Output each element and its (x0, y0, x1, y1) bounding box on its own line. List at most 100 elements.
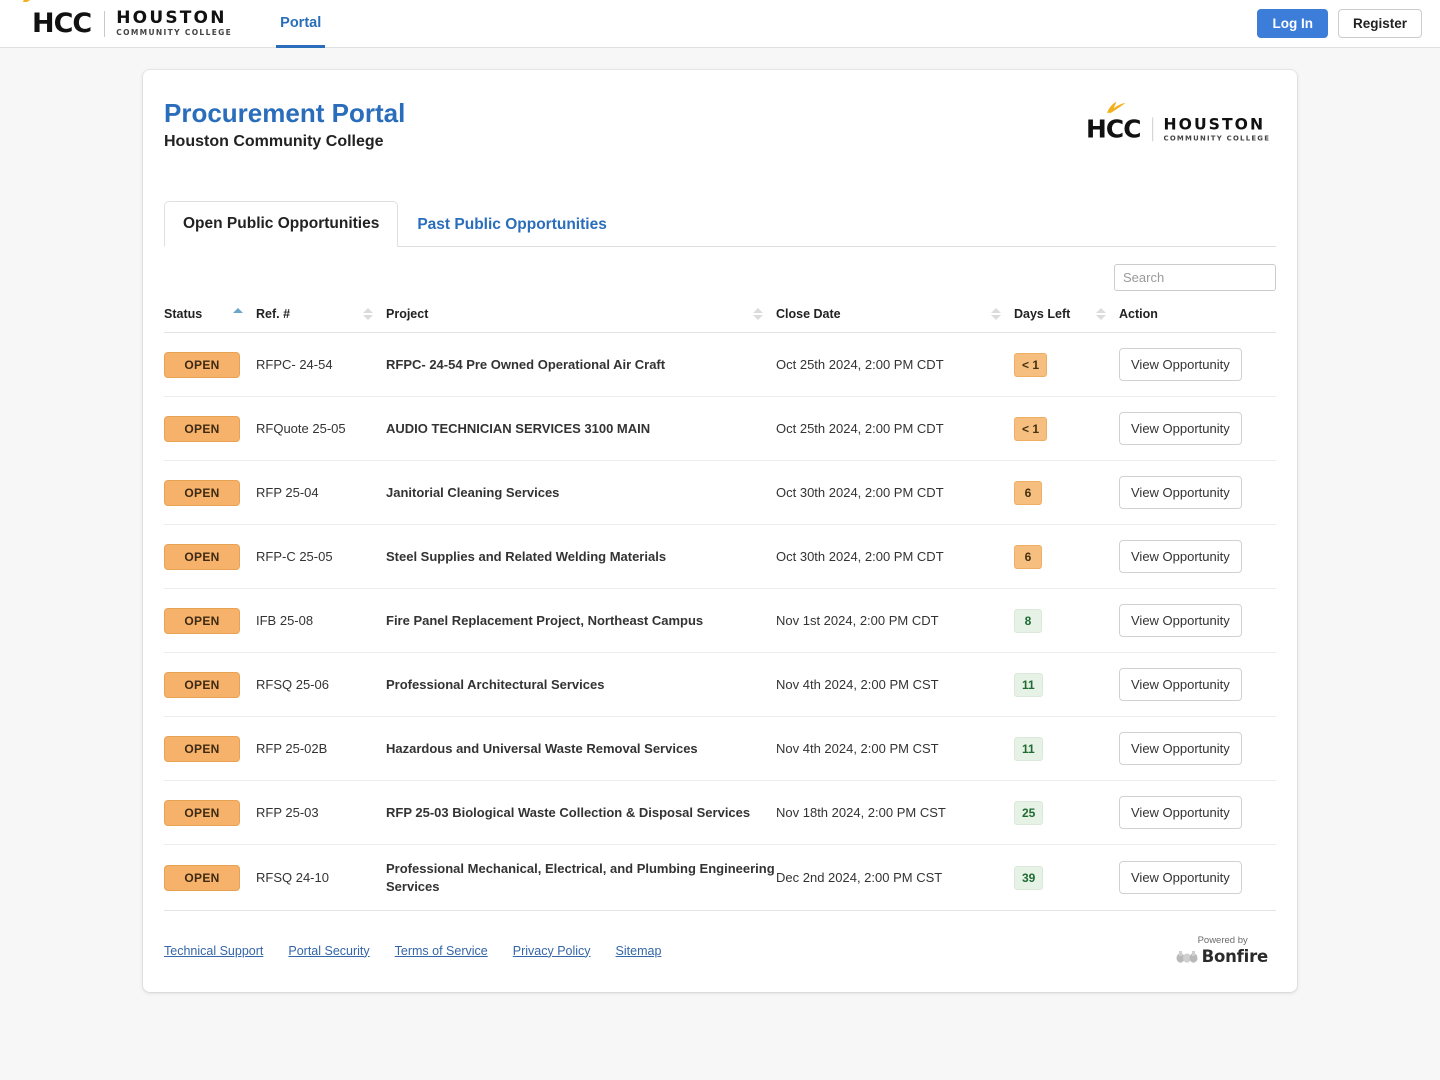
column-header-status[interactable]: Status (164, 303, 256, 333)
logo-divider (1152, 117, 1154, 142)
cell-days-left: < 1 (1014, 396, 1119, 461)
column-header-days-left[interactable]: Days Left (1014, 303, 1119, 333)
sort-icon[interactable] (752, 307, 764, 321)
view-opportunity-button[interactable]: View Opportunity (1119, 476, 1242, 509)
cell-action: View Opportunity (1119, 588, 1276, 653)
register-button[interactable]: Register (1337, 9, 1422, 38)
cell-ref: RFQuote 25-05 (256, 396, 386, 461)
binoculars-icon (1176, 951, 1198, 963)
status-badge: OPEN (164, 543, 240, 570)
procurement-portal-card: Procurement Portal Houston Community Col… (143, 70, 1297, 993)
cell-days-left: 6 (1014, 524, 1119, 589)
footer-links: Technical Support Portal Security Terms of… (164, 944, 661, 958)
sort-icon[interactable] (990, 307, 1002, 321)
cell-close-date: Nov 18th 2024, 2:00 PM CST (776, 780, 1014, 845)
cell-action: View Opportunity (1119, 652, 1276, 717)
view-opportunity-button[interactable]: View Opportunity (1119, 668, 1242, 701)
column-label-close-date: Close Date (776, 307, 841, 321)
opportunity-tabs: Open Public Opportunities Past Public Op… (164, 201, 1276, 247)
cell-close-date: Nov 1st 2024, 2:00 PM CDT (776, 588, 1014, 653)
tab-open-public-opportunities[interactable]: Open Public Opportunities (164, 201, 399, 247)
cell-project: Janitorial Cleaning Services (386, 460, 776, 525)
search-input[interactable] (1114, 264, 1276, 291)
cell-days-left: 11 (1014, 652, 1119, 717)
table-body: OPEN RFPC- 24-54 RFPC- 24-54 Pre Owned Ope… (164, 332, 1276, 912)
status-badge: OPEN (164, 351, 240, 378)
column-header-project[interactable]: Project (386, 303, 776, 333)
cell-close-date: Oct 30th 2024, 2:00 PM CDT (776, 460, 1014, 525)
cell-ref: RFP 25-03 (256, 780, 386, 845)
cell-project: RFPC- 24-54 Pre Owned Operational Air Cr… (386, 332, 776, 397)
card-logo-word-houston: HOUSTON (1163, 115, 1265, 134)
view-opportunity-button[interactable]: View Opportunity (1119, 412, 1242, 445)
cell-status: OPEN (164, 780, 256, 845)
cell-project: RFP 25-03 Biological Waste Collection & … (386, 780, 776, 845)
cell-status: OPEN (164, 460, 256, 525)
card-hcc-logo: HCC HOUSTON COMMUNITY COLLEGE (1085, 101, 1270, 148)
cell-action: View Opportunity (1119, 716, 1276, 781)
footer-link-privacy-policy[interactable]: Privacy Policy (513, 944, 591, 958)
cell-status: OPEN (164, 332, 256, 397)
days-left-badge: < 1 (1014, 416, 1048, 441)
status-badge: OPEN (164, 607, 240, 634)
sort-icon[interactable] (362, 307, 374, 321)
cell-project: Professional Architectural Services (386, 652, 776, 717)
column-header-close-date[interactable]: Close Date (776, 303, 1014, 333)
search-row (164, 264, 1276, 291)
cell-ref: RFP 25-04 (256, 460, 386, 525)
view-opportunity-button[interactable]: View Opportunity (1119, 861, 1242, 895)
cell-ref: RFP 25-02B (256, 716, 386, 781)
table-row: OPEN RFSQ 24-10 Professional Mechanical, E… (164, 844, 1276, 912)
cell-project: Professional Mechanical, Electrical, and… (386, 844, 776, 912)
cell-action: View Opportunity (1119, 332, 1276, 397)
footer-link-technical-support[interactable]: Technical Support (164, 944, 263, 958)
column-label-project: Project (386, 307, 429, 321)
cell-project: Hazardous and Universal Waste Removal Se… (386, 716, 776, 781)
nav-actions: Log In Register (1257, 9, 1422, 38)
column-header-ref[interactable]: Ref. # (256, 303, 386, 333)
view-opportunity-button[interactable]: View Opportunity (1119, 796, 1242, 829)
table-row: OPEN RFPC- 24-54 RFPC- 24-54 Pre Owned Ope… (164, 332, 1276, 397)
cell-close-date: Oct 30th 2024, 2:00 PM CDT (776, 524, 1014, 589)
cell-days-left: 8 (1014, 588, 1119, 653)
bonfire-wordmark: Bonfire (1201, 947, 1269, 967)
log-in-button[interactable]: Log In (1257, 9, 1328, 38)
footer-link-terms-of-service[interactable]: Terms of Service (395, 944, 488, 958)
sort-icon[interactable] (1095, 307, 1107, 321)
view-opportunity-button[interactable]: View Opportunity (1119, 604, 1242, 637)
nav-item-portal[interactable]: Portal (276, 0, 326, 48)
tab-past-public-opportunities[interactable]: Past Public Opportunities (398, 202, 625, 247)
page-title: Procurement Portal (164, 98, 406, 128)
card-logo-mark: HCC (1085, 115, 1141, 144)
cell-ref: RFP-C 25-05 (256, 524, 386, 589)
hcc-brand-logo[interactable]: HCC HOUSTON COMMUNITY COLLEGE (23, 0, 233, 48)
footer-link-sitemap[interactable]: Sitemap (616, 944, 662, 958)
cell-close-date: Nov 4th 2024, 2:00 PM CST (776, 652, 1014, 717)
days-left-badge: 6 (1014, 544, 1042, 569)
status-badge: OPEN (164, 671, 240, 698)
top-navbar: HCC HOUSTON COMMUNITY COLLEGE Portal Log… (0, 0, 1440, 48)
cell-action: View Opportunity (1119, 780, 1276, 845)
cell-close-date: Oct 25th 2024, 2:00 PM CDT (776, 396, 1014, 461)
status-badge: OPEN (164, 735, 240, 762)
bird-icon (1107, 101, 1126, 113)
cell-status: OPEN (164, 524, 256, 589)
cell-close-date: Dec 2nd 2024, 2:00 PM CST (776, 844, 1014, 912)
powered-by-bonfire: Powered by Bonfire (1176, 935, 1268, 966)
cell-ref: RFSQ 25-06 (256, 652, 386, 717)
status-badge: OPEN (164, 479, 240, 506)
footer-link-portal-security[interactable]: Portal Security (288, 944, 369, 958)
view-opportunity-button[interactable]: View Opportunity (1119, 732, 1242, 765)
table-row: OPEN RFSQ 25-06 Professional Architectural… (164, 652, 1276, 717)
logo-word-community-college: COMMUNITY COLLEGE (116, 28, 233, 38)
table-row: OPEN RFP 25-03 RFP 25-03 Biological Waste … (164, 780, 1276, 845)
view-opportunity-button[interactable]: View Opportunity (1119, 540, 1242, 573)
cell-status: OPEN (164, 652, 256, 717)
nav-links: Portal (276, 0, 326, 48)
view-opportunity-button[interactable]: View Opportunity (1119, 348, 1242, 381)
status-badge: OPEN (164, 415, 240, 442)
sort-asc-icon[interactable] (232, 307, 244, 321)
table-header: Status Ref. # Project Close Date Days Le… (164, 303, 1276, 333)
table-row: OPEN RFP-C 25-05 Steel Supplies and Relate… (164, 524, 1276, 589)
days-left-badge: 6 (1014, 480, 1042, 505)
